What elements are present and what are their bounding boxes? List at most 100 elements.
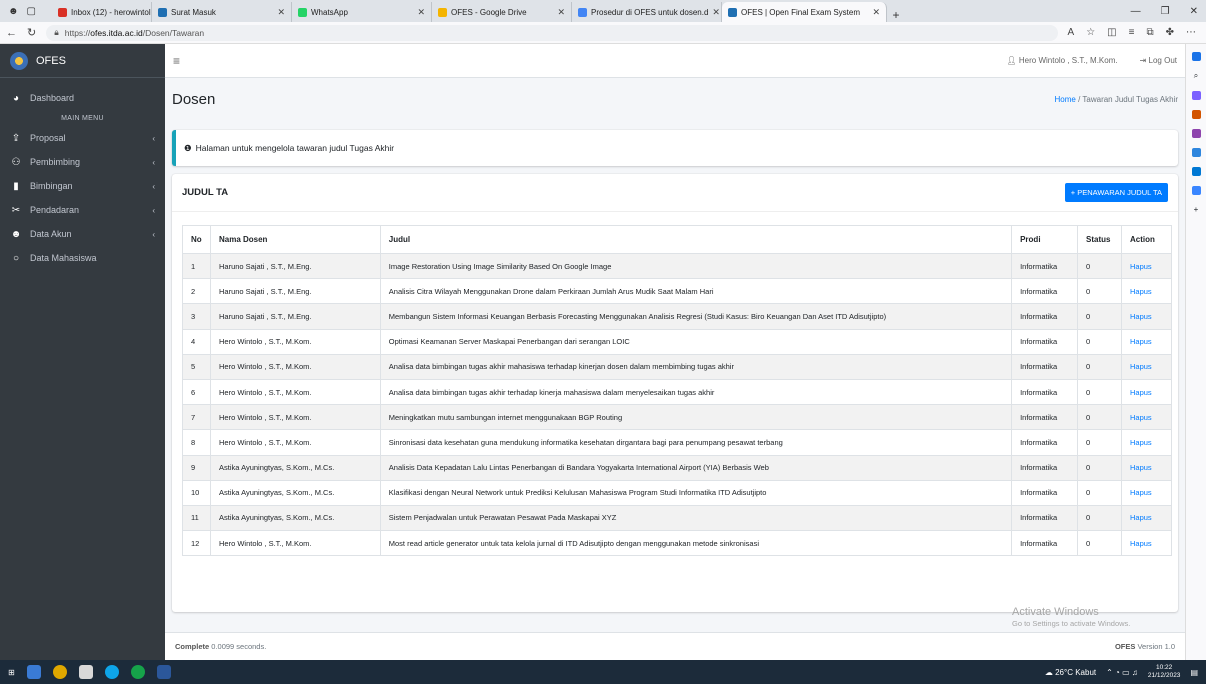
table-row: 6 Hero Wintolo , S.T., M.Kom. Analisa data… [182, 378, 1172, 406]
hapus-link[interactable]: Hapus [1121, 303, 1172, 330]
hapus-link[interactable]: Hapus [1121, 328, 1172, 355]
tab-actions-icon[interactable]: ▢ [27, 6, 36, 17]
browser-tab[interactable]: OFES - Google Drive ✕ [432, 2, 572, 22]
tools-icon[interactable] [1191, 110, 1201, 119]
add-penawaran-button[interactable]: + PENAWARAN JUDUL TA [1064, 183, 1168, 202]
sidebar-item-data-mahasiswa[interactable]: ○ Data Mahasiswa [0, 246, 165, 270]
table-cell: 0 [1077, 378, 1122, 406]
weather-widget[interactable]: ☁ 26°C Kabut [1045, 668, 1096, 677]
tray-icons[interactable]: ⌃ ◔ ▭ ♫ [1106, 668, 1138, 677]
hapus-link[interactable]: Hapus [1121, 252, 1172, 280]
sidebar-item-bimbingan[interactable]: ▮ Bimbingan ‹ [0, 174, 165, 198]
menu-toggle-icon[interactable]: ≡ [173, 54, 180, 68]
browser-tab[interactable]: OFES | Open Final Exam System ✕ [722, 2, 887, 22]
judul-table: No Nama Dosen Judul Prodi Status Action 1 Haru… [182, 225, 1172, 557]
table-cell: Informatika [1011, 404, 1079, 431]
user-menu[interactable]: 👤︎ Hero Wintolo , S.T., M.Kom. [1007, 56, 1118, 65]
extensions-icon[interactable]: ✤ [1166, 27, 1174, 38]
sidebar-item-label: Data Mahasiswa [30, 253, 97, 263]
sidebar-item-pendadaran[interactable]: ✂ Pendadaran ‹ [0, 198, 165, 222]
breadcrumb: Home / Tawaran Judul Tugas Akhir [1055, 95, 1179, 104]
tab-close-icon[interactable]: ✕ [277, 7, 285, 18]
chrome-alt-icon[interactable] [130, 665, 145, 679]
start-icon[interactable]: ⊞ [8, 668, 15, 677]
tab-label: Prosedur di OFES untuk dosen.d [591, 7, 709, 17]
card-title: JUDUL TA [182, 187, 229, 198]
column-header: Status [1077, 225, 1122, 254]
sidebar-item-dashboard[interactable]: ◕ Dashboard [0, 86, 165, 110]
table-cell: 7 [182, 404, 211, 431]
outlook-icon[interactable] [1191, 167, 1201, 176]
table-row: 5 Hero Wintolo , S.T., M.Kom. Analisa data… [182, 353, 1172, 380]
table-cell: Hero Wintolo , S.T., M.Kom. [209, 328, 381, 355]
tab-close-icon[interactable]: ✕ [872, 7, 880, 18]
clock[interactable]: 10:22 21/12/2023 [1148, 664, 1181, 680]
hapus-link[interactable]: Hapus [1121, 353, 1172, 380]
brand[interactable]: OFES [0, 44, 165, 78]
add-icon[interactable]: + [1194, 205, 1199, 214]
minimize-icon[interactable]: — [1131, 6, 1141, 17]
read-aloud-icon[interactable]: A [1068, 27, 1075, 38]
table-cell: Membangun Sistem Informasi Keuangan Berb… [379, 303, 1013, 330]
back-icon[interactable]: ← [6, 27, 17, 39]
tab-close-icon[interactable]: ✕ [712, 7, 720, 18]
tab-favicon-icon [578, 7, 587, 17]
table-cell: Analisis Citra Wilayah Menggunakan Drone… [379, 278, 1013, 305]
lock-icon: 🔒︎ [54, 27, 59, 37]
table-cell: 0 [1077, 530, 1122, 557]
hapus-link[interactable]: Hapus [1121, 479, 1172, 506]
browser-tab[interactable]: Inbox (12) - herowintolo@itda.a✕ [52, 2, 152, 22]
sidebar-item-label: Dashboard [30, 93, 75, 103]
browser-tab[interactable]: Surat Masuk ✕ [152, 2, 292, 22]
refresh-icon[interactable]: ↻ [27, 26, 36, 39]
table-row: 10 Astika Ayuningtyas, S.Kom., M.Cs. Klasi… [182, 479, 1172, 506]
drop-icon[interactable] [1191, 186, 1201, 195]
favorite-icon[interactable]: ☆ [1086, 27, 1095, 38]
table-cell: 0 [1077, 454, 1122, 481]
main-menu-header: MAIN MENU [61, 114, 104, 122]
restore-icon[interactable]: ❐ [1161, 6, 1170, 17]
collections-icon[interactable]: ⧉ [1146, 27, 1153, 38]
favorites-list-icon[interactable]: ≡ [1129, 27, 1135, 38]
tab-close-icon[interactable]: ✕ [557, 7, 565, 18]
hapus-link[interactable]: Hapus [1121, 378, 1172, 406]
office-icon[interactable] [1191, 148, 1201, 157]
explorer-icon[interactable] [78, 665, 93, 679]
new-tab-button[interactable]: + [887, 8, 905, 22]
hapus-link[interactable]: Hapus [1121, 429, 1172, 456]
top-navbar: ≡ 👤︎ Hero Wintolo , S.T., M.Kom. ⇥ Log O… [165, 44, 1185, 78]
split-screen-icon[interactable]: ◫ [1107, 27, 1116, 38]
chrome-icon[interactable] [52, 665, 67, 679]
hapus-link[interactable]: Hapus [1121, 404, 1172, 431]
url-field[interactable]: 🔒︎ https://ofes.itda.ac.id/Dosen/Tawaran [46, 24, 1058, 41]
profile-icon[interactable]: ☻ [8, 6, 19, 17]
bell-icon[interactable] [1191, 52, 1201, 61]
sidebar-item-label: Pembimbing [30, 157, 81, 167]
browser-tab[interactable]: WhatsApp ✕ [292, 2, 432, 22]
hapus-link[interactable]: Hapus [1121, 530, 1172, 557]
chevron-left-icon: ‹ [152, 157, 155, 167]
more-icon[interactable]: ⋯ [1186, 27, 1196, 38]
browser-tab[interactable]: Prosedur di OFES untuk dosen.d ✕ [572, 2, 722, 22]
hapus-link[interactable]: Hapus [1121, 504, 1172, 532]
close-window-icon[interactable]: ✕ [1190, 6, 1198, 17]
sidebar-item-pembimbing[interactable]: ⚇ Pembimbing ‹ [0, 150, 165, 174]
search-icon[interactable]: ⌕ [1194, 71, 1198, 81]
task-view-icon[interactable] [26, 665, 41, 679]
word-icon[interactable] [156, 665, 171, 679]
logout-link[interactable]: ⇥ Log Out [1140, 56, 1177, 65]
games-icon[interactable] [1191, 129, 1201, 138]
sidebar-item-data-akun[interactable]: ☻ Data Akun ‹ [0, 222, 165, 246]
footer-version-text: Version 1.0 [1137, 642, 1175, 651]
table-row: 11 Astika Ayuningtyas, S.Kom., M.Cs. Siste… [182, 504, 1172, 532]
table-cell: 11 [182, 504, 211, 532]
breadcrumb-home[interactable]: Home [1055, 95, 1076, 104]
hapus-link[interactable]: Hapus [1121, 278, 1172, 305]
sidebar-item-proposal[interactable]: ⇪ Proposal ‹ [0, 126, 165, 150]
tab-close-icon[interactable]: ✕ [417, 7, 425, 18]
hapus-link[interactable]: Hapus [1121, 454, 1172, 481]
edge-icon[interactable] [104, 665, 119, 679]
notification-icon[interactable]: ▤ [1190, 668, 1198, 677]
browser-tab-strip: ☻ ▢ Inbox (12) - herowintolo@itda.a✕Sura… [0, 0, 1206, 22]
shopping-icon[interactable] [1191, 91, 1201, 100]
